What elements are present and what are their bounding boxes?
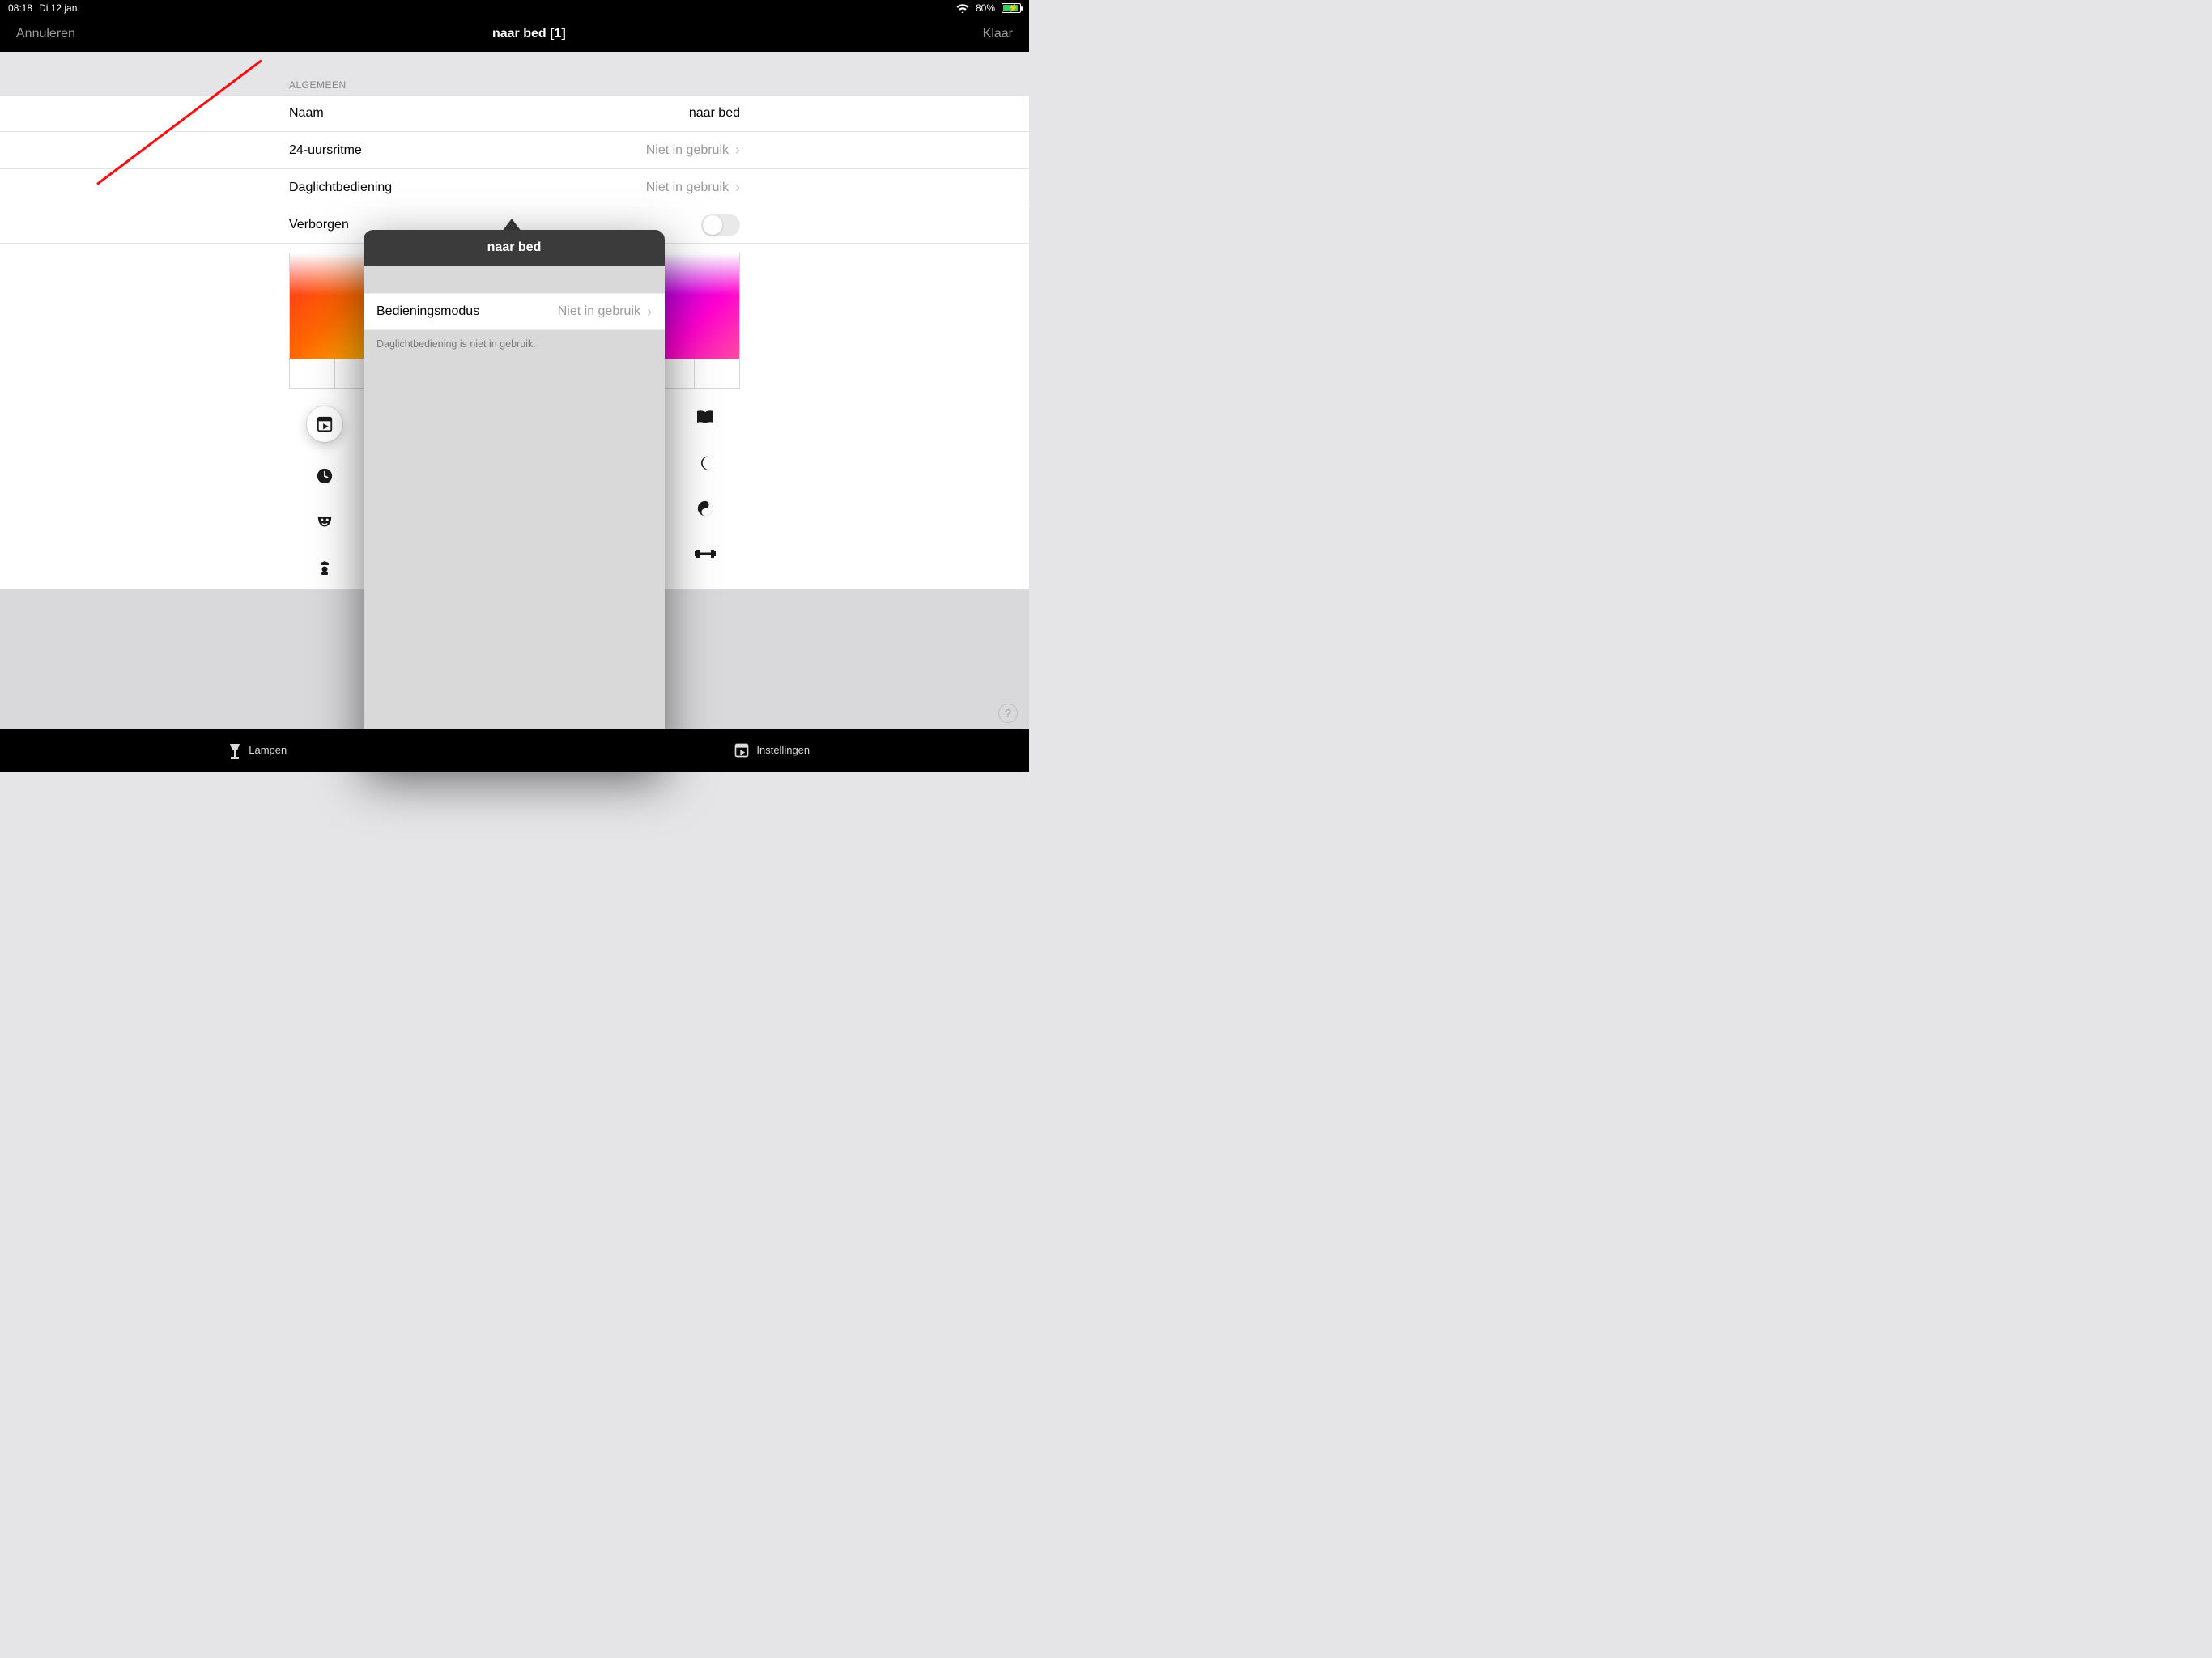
- popover-footer: Daglichtbediening is niet in gebruik.: [364, 330, 665, 358]
- status-bar: 08:18 Di 12 jan. 80% ⚡: [0, 0, 1029, 16]
- lamp-icon: [228, 742, 242, 759]
- row-name[interactable]: Naam naar bed: [0, 95, 1029, 132]
- moon-icon[interactable]: [694, 452, 717, 474]
- chevron-right-icon: ›: [735, 142, 740, 159]
- battery-percent: 80%: [976, 2, 995, 14]
- popover-row-label: Bedieningsmodus: [376, 304, 479, 319]
- settings-scene-icon: [734, 742, 750, 759]
- scene-icons-left: [306, 406, 343, 578]
- status-date: Di 12 jan.: [39, 2, 80, 14]
- daylight-popover: naar bed Bedieningsmodus Niet in gebruik…: [364, 230, 665, 764]
- row-circadian-value: Niet in gebruik: [646, 143, 729, 158]
- row-hidden-label: Verborgen: [289, 218, 349, 232]
- row-name-label: Naam: [289, 106, 324, 121]
- wifi-icon: [956, 3, 969, 13]
- book-icon[interactable]: [694, 406, 717, 429]
- row-circadian-label: 24-uursritme: [289, 143, 362, 158]
- tab-lampen[interactable]: Lampen: [0, 729, 515, 772]
- scene-icons-right: [687, 406, 724, 565]
- row-daylight[interactable]: Daglichtbediening Niet in gebruik ›: [0, 169, 1029, 206]
- tab-bar: Lampen Instellingen: [0, 729, 1029, 772]
- navigation-bar: Annuleren naar bed [1] Klaar: [0, 16, 1029, 52]
- popover-row-mode[interactable]: Bedieningsmodus Niet in gebruik ›: [364, 293, 665, 330]
- section-header-general: ALGEMEEN: [289, 79, 347, 91]
- mask-icon[interactable]: [313, 510, 336, 533]
- hidden-toggle[interactable]: [701, 214, 740, 236]
- dumbbell-icon[interactable]: [694, 542, 717, 565]
- cancel-button[interactable]: Annuleren: [16, 27, 75, 41]
- yinyang-icon[interactable]: [694, 497, 717, 520]
- done-button[interactable]: Klaar: [983, 27, 1013, 41]
- tab-instellingen[interactable]: Instellingen: [515, 729, 1030, 772]
- row-daylight-label: Daglichtbediening: [289, 181, 392, 195]
- row-daylight-value: Niet in gebruik: [646, 181, 729, 195]
- popover-row-value: Niet in gebruik: [558, 304, 640, 319]
- tab-instellingen-label: Instellingen: [756, 744, 810, 756]
- tab-lampen-label: Lampen: [249, 744, 287, 756]
- clock-icon[interactable]: [313, 465, 336, 487]
- popover-title: naar bed: [364, 230, 665, 266]
- row-name-value: naar bed: [689, 106, 740, 121]
- screen: 08:18 Di 12 jan. 80% ⚡ Annuleren naar be…: [0, 0, 1029, 772]
- help-button[interactable]: ?: [998, 704, 1018, 723]
- row-circadian[interactable]: 24-uursritme Niet in gebruik ›: [0, 132, 1029, 169]
- chevron-right-icon: ›: [647, 304, 652, 321]
- chevron-right-icon: ›: [735, 179, 740, 196]
- page-title: naar bed [1]: [492, 27, 566, 41]
- status-time: 08:18: [8, 2, 32, 14]
- battery-icon: ⚡: [1002, 3, 1021, 13]
- scene-icon[interactable]: [307, 406, 342, 442]
- chef-icon[interactable]: [313, 555, 336, 578]
